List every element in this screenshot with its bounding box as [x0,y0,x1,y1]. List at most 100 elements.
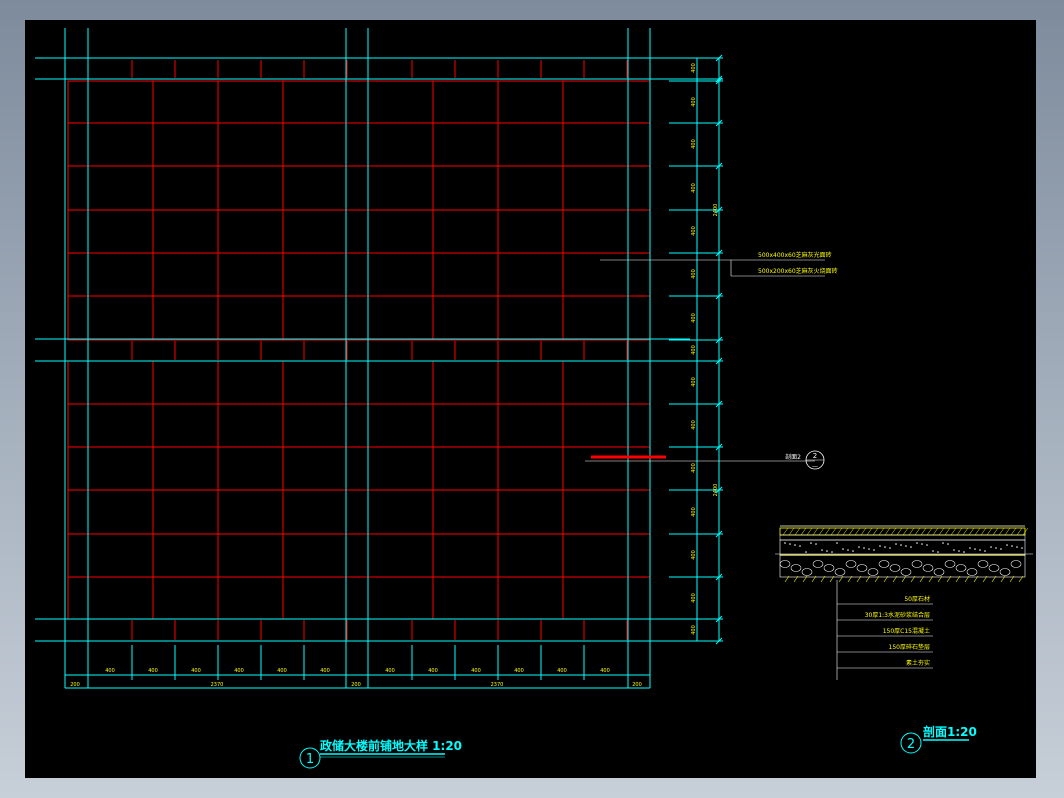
aggregate-dot [1021,547,1023,549]
aggregate-dot [984,550,986,552]
paving-border-cyan [35,28,723,689]
aggregate-dot [784,542,786,544]
stone-hatch-line [890,527,897,536]
aggregate-dot [916,542,918,544]
bottom-dim-label: 400 [105,668,115,674]
stone-hatch-line [848,527,855,536]
gravel-stone [955,564,967,572]
aggregate-dot [868,548,870,550]
right-dim-total-label: 2400 [713,204,719,217]
aggregate-dot [958,550,960,552]
gravel-stone [889,564,901,572]
gravel-stone [900,568,912,576]
right-dim-label: 400 [691,345,697,355]
bottom-dim-label: 400 [191,668,201,674]
gravel-stone [922,564,934,572]
aggregate-dot [810,542,812,544]
aggregate-dot [858,546,860,548]
stone-hatch-line [830,527,837,536]
aggregate-dot [942,542,944,544]
gravel-stone [999,568,1011,576]
aggregate-dot [895,543,897,545]
stone-hatch-line [920,527,927,536]
aggregate-dot [842,548,844,550]
stone-hatch-line [788,527,795,536]
stone-hatch-line [986,527,993,536]
stone-hatch-line [1004,527,1011,536]
aggregate-dot [889,547,891,549]
cad-drawing[interactable]: 400 400 400 400 400 400 400 400 400 400 400 400 400 4… [25,20,1036,778]
section-mark-bottom: — [812,463,818,470]
section-mark-top: 2 [813,452,817,460]
aggregate-dot [847,549,849,551]
aggregate-dot [799,545,801,547]
aggregate-dot [831,551,833,553]
aggregate-dot [1016,546,1018,548]
aggregate-dot [873,549,875,551]
section-mark-label: 剖面2 [785,453,801,461]
aggregate-dot [910,546,912,548]
right-dim-label: 400 [691,463,697,473]
right-dim-label: 400 [691,63,697,73]
aggregate-dot [879,545,881,547]
concrete-layer [779,539,1026,556]
right-dim-label: 400 [691,139,697,149]
right-dim-label: 400 [691,97,697,107]
aggregate-dot [979,549,981,551]
gravel-stone [801,568,813,576]
aggregate-dot [995,547,997,549]
gravel-stone [933,568,945,576]
plan-number: 1 [306,752,314,767]
stone-hatch-line [818,527,825,536]
gravel-stone [867,568,879,576]
aggregate-dot [1000,548,1002,550]
bottom-dim-label-total: 200 [632,682,642,688]
paving-plan: 400 400 400 400 400 400 400 400 400 400 400 400 400 4… [35,28,838,769]
plan-title: 政储大楼前铺地大样 1:20 [320,738,462,753]
aggregate-dot [826,550,828,552]
stone-hatch-line [866,527,873,536]
paving-grid-red [67,60,651,640]
right-dim-total-label: 2400 [713,484,719,497]
gravel-stone [779,560,791,568]
aggregate-dot [974,548,976,550]
stone-hatch-line [824,527,831,536]
stone-hatch-line [884,527,891,536]
stone-hatch-line [974,527,981,536]
aggregate-dot [836,542,838,544]
bottom-dim-label: 400 [471,668,481,674]
mortar-layer [779,534,1026,541]
callout-upper-1: 500x400x60芝麻灰光面砖 [758,251,832,259]
stone-hatch-line [992,527,999,536]
aggregate-dot [926,544,928,546]
stone-hatch-line [842,527,849,536]
stone-hatch-line [872,527,879,536]
layer-labels: 50厚石材 30厚1:3水泥砂浆结合层 150厚C15混凝土 150厚碎石垫层素土夯实 [837,595,933,669]
aggregate-dot [969,547,971,549]
section-layers [775,525,1033,583]
stone-hatch-line [938,527,945,536]
gravel-stone [944,560,956,568]
gravel-stone [988,564,1000,572]
section-detail: 50厚石材 30厚1:3水泥砂浆结合层 150厚C15混凝土 150厚碎石垫层素土夯实… [775,525,1033,754]
aggregate-dot [852,550,854,552]
layer-label-4: 150厚碎石垫层 [889,643,930,651]
gravel-stone [966,568,978,576]
right-dim-label: 400 [691,625,697,635]
bottom-dim-label-total: 2370 [491,682,504,688]
right-dim-label: 400 [691,183,697,193]
stone-hatch-line [896,527,903,536]
stone-hatch-line [1016,527,1023,536]
stone-hatch-line [860,527,867,536]
aggregate-dot [789,543,791,545]
aggregate-dot [932,550,934,552]
gravel-stone [834,568,846,576]
aggregate-dot [990,546,992,548]
bottom-dim-label: 400 [600,668,610,674]
aggregate-dot [794,544,796,546]
aggregate-dot [937,551,939,553]
stone-hatch-line [968,527,975,536]
cad-viewport[interactable]: 400 400 400 400 400 400 400 400 400 400 400 400 400 4… [25,20,1036,778]
stone-hatch-line [854,527,861,536]
stone-hatch-line [806,527,813,536]
